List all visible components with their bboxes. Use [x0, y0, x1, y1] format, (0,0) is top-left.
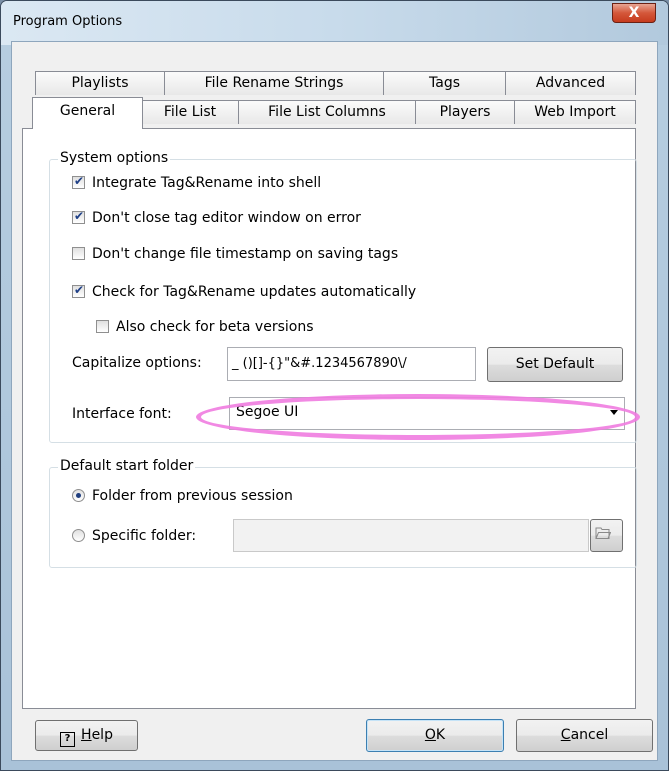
tab-general[interactable]: General [32, 97, 143, 129]
help-accelerator: H [81, 727, 92, 743]
checkbox-label: Integrate Tag&Rename into shell [92, 175, 322, 191]
cancel-label-rest: ancel [570, 727, 609, 743]
radio-button[interactable] [72, 489, 85, 502]
close-icon: X [628, 5, 640, 21]
ok-label-rest: K [435, 727, 446, 743]
ok-accelerator: O [424, 727, 436, 743]
checkbox-box[interactable] [72, 247, 85, 260]
title-bar[interactable]: Program Options X [1, 1, 668, 45]
tab-file-list[interactable]: File List [141, 100, 239, 124]
window-title: Program Options [13, 14, 123, 29]
tab-playlists[interactable]: Playlists [35, 71, 165, 95]
browse-folder-button[interactable] [590, 519, 623, 552]
tab-web-import[interactable]: Web Import [514, 100, 636, 124]
default-start-folder-legend: Default start folder [58, 458, 196, 474]
radio-label: Specific folder: [92, 528, 197, 544]
specific-folder-input[interactable] [233, 519, 589, 552]
tab-tags[interactable]: Tags [383, 71, 506, 95]
tab-players[interactable]: Players [415, 100, 515, 124]
close-button[interactable]: X [612, 3, 656, 23]
radio-button[interactable] [72, 529, 85, 542]
cancel-accelerator: C [560, 727, 571, 743]
ok-button[interactable]: OK [366, 719, 504, 752]
checkbox-box[interactable] [72, 174, 85, 189]
tab-file-rename-strings[interactable]: File Rename Strings [164, 71, 384, 95]
checkbox-label: Don't change file timestamp on saving ta… [92, 246, 399, 262]
highlight-ring-annotation [196, 394, 640, 440]
capitalize-options-label: Capitalize options: [72, 355, 202, 371]
program-options-window: Program Options X Playlists File Rename … [0, 0, 669, 771]
open-folder-icon [595, 527, 611, 539]
interface-font-label: Interface font: [72, 406, 172, 422]
tab-file-list-columns[interactable]: File List Columns [238, 100, 416, 124]
cancel-button[interactable]: Cancel [516, 719, 653, 752]
checkbox-label: Also check for beta versions [116, 319, 314, 335]
help-button[interactable]: ? Help [35, 720, 138, 751]
help-icon: ? [60, 732, 76, 747]
set-default-button[interactable]: Set Default [487, 347, 623, 382]
capitalize-options-input[interactable]: _ ()[]-{}"&#.1234567890\/ [227, 347, 476, 381]
help-label-rest: elp [91, 727, 113, 743]
checkbox-label: Don't close tag editor window on error [92, 210, 361, 226]
radio-label: Folder from previous session [92, 488, 293, 504]
default-start-folder-group: Default start folder [49, 458, 637, 568]
system-options-legend: System options [58, 150, 171, 166]
tab-advanced[interactable]: Advanced [505, 71, 636, 95]
checkbox-box[interactable] [96, 320, 109, 333]
checkbox-label: Check for Tag&Rename updates automatical… [92, 284, 417, 300]
checkbox-box[interactable] [72, 209, 85, 224]
checkbox-box[interactable] [72, 283, 85, 298]
